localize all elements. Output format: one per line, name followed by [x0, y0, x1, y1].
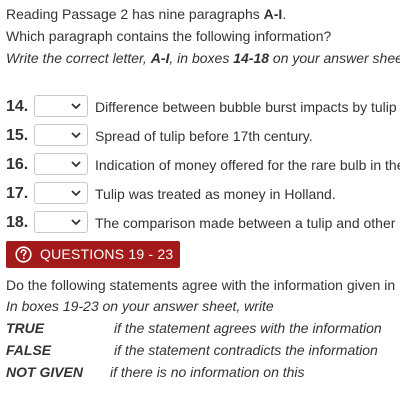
intro-line-3: Write the correct letter, A-I, in boxes … [6, 49, 400, 67]
section2-line-2: In boxes 19-23 on your answer sheet, wri… [6, 298, 274, 314]
intro-line-1-prefix: Reading Passage 2 has nine paragraphs [6, 6, 264, 22]
question-circle-icon [15, 246, 32, 263]
banner-label: QUESTIONS 19 - 23 [40, 246, 174, 262]
intro-line-1: Reading Passage 2 has nine paragraphs A-… [6, 5, 286, 23]
question-text: Tulip was treated as money in Holland. [95, 186, 336, 202]
question-text: The comparison made between a tulip and … [95, 215, 396, 231]
question-number: 14. [6, 98, 29, 115]
question-number: 16. [6, 156, 29, 173]
chevron-down-icon [71, 103, 81, 110]
intro-box-range: 14-18 [233, 50, 270, 66]
intro-line-1-suffix: . [282, 6, 287, 22]
answer-select-17[interactable] [34, 182, 88, 204]
intro-line-2: Which paragraph contains the following i… [6, 28, 332, 44]
definition-term-not-given: NOT GIVEN [6, 364, 84, 380]
definition-text-not-given: if there is no information on this [110, 364, 305, 380]
chevron-down-icon [71, 219, 81, 226]
answer-select-16[interactable] [34, 153, 88, 175]
chevron-down-icon [71, 132, 81, 139]
answer-select-14[interactable] [34, 95, 88, 117]
intro-line-3-mid: , in boxes [169, 50, 234, 66]
answer-select-15[interactable] [34, 124, 88, 146]
intro-line-3-prefix: Write the correct letter, [6, 50, 151, 66]
intro-letter-range: A-I [150, 50, 170, 66]
answer-select-18[interactable] [34, 211, 88, 233]
questions-section-banner: QUESTIONS 19 - 23 [6, 241, 180, 268]
question-text: Indication of money offered for the rare… [95, 157, 400, 173]
section2-line-1: Do the following statements agree with t… [6, 277, 396, 293]
question-text: Spread of tulip before 17th century. [95, 128, 313, 144]
question-number: 15. [6, 127, 29, 144]
chevron-down-icon [71, 190, 81, 197]
definition-term-false: FALSE [6, 342, 52, 358]
question-number: 17. [6, 185, 29, 202]
question-number: 18. [6, 214, 29, 231]
chevron-down-icon [71, 161, 81, 168]
intro-line-3-suffix: on your answer shee [269, 50, 400, 66]
definition-text-false: if the statement contradicts the informa… [114, 342, 378, 358]
question-text: Difference between bubble burst impacts … [95, 99, 397, 115]
intro-paragraph-range: A-I [263, 6, 283, 22]
definition-term-true: TRUE [6, 320, 45, 336]
definition-text-true: if the statement agrees with the informa… [114, 320, 382, 336]
